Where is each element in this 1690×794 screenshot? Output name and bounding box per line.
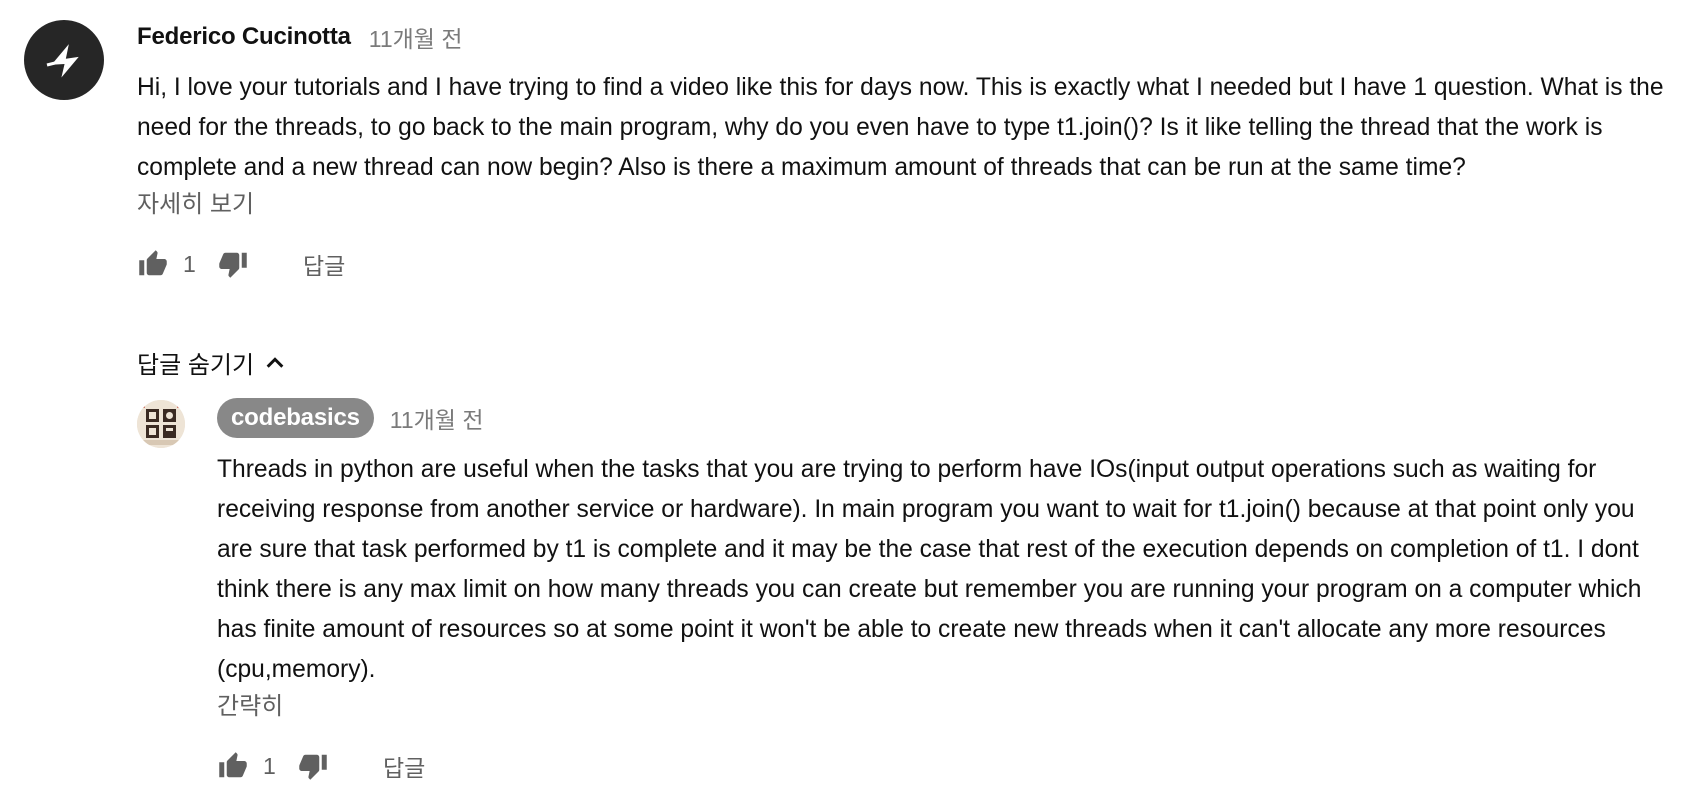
dislike-button[interactable] bbox=[217, 248, 249, 280]
thumbs-down-icon bbox=[299, 754, 327, 780]
comment-time[interactable]: 11개월 전 bbox=[369, 20, 463, 54]
show-less-button[interactable]: 간략히 bbox=[217, 690, 1667, 724]
thumbs-up-icon bbox=[219, 752, 247, 778]
read-more-button[interactable]: 자세히 보기 bbox=[137, 188, 1667, 222]
reply-header: codebasics 11개월 전 bbox=[217, 398, 1667, 438]
hide-replies-toggle[interactable]: 답글 숨기기 bbox=[137, 345, 286, 380]
chevron-up-icon bbox=[264, 352, 286, 374]
comment-text: Hi, I love your tutorials and I have try… bbox=[137, 74, 1664, 181]
thumbs-down-icon bbox=[219, 252, 247, 278]
codebasics-logo-icon bbox=[137, 400, 185, 448]
comment-header: Federico Cucinotta 11개월 전 bbox=[137, 18, 1667, 56]
thumbs-up-icon bbox=[139, 250, 167, 276]
reply-text: Threads in python are useful when the ta… bbox=[217, 456, 1642, 683]
like-button[interactable] bbox=[137, 248, 169, 280]
reply-time[interactable]: 11개월 전 bbox=[390, 401, 484, 435]
dislike-button[interactable] bbox=[297, 750, 329, 782]
comment-body: Federico Cucinotta 11개월 전 Hi, I love you… bbox=[137, 18, 1667, 284]
like-count: 1 bbox=[263, 752, 276, 779]
like-button[interactable] bbox=[217, 750, 249, 782]
hide-replies-label: 답글 숨기기 bbox=[137, 352, 255, 379]
like-count: 1 bbox=[183, 250, 196, 277]
avatar[interactable] bbox=[137, 400, 185, 448]
author-badge[interactable]: codebasics bbox=[217, 398, 374, 438]
reply-actions: 1 답글 bbox=[217, 746, 1667, 786]
reply-button[interactable]: 답글 bbox=[303, 247, 345, 281]
comment-actions: 1 답글 bbox=[137, 244, 1667, 284]
reply-button[interactable]: 답글 bbox=[383, 749, 425, 783]
star-logo-icon bbox=[46, 44, 79, 78]
comment-author[interactable]: Federico Cucinotta bbox=[137, 23, 351, 51]
avatar[interactable] bbox=[24, 20, 104, 100]
reply-body: codebasics 11개월 전 Threads in python are … bbox=[217, 398, 1667, 786]
